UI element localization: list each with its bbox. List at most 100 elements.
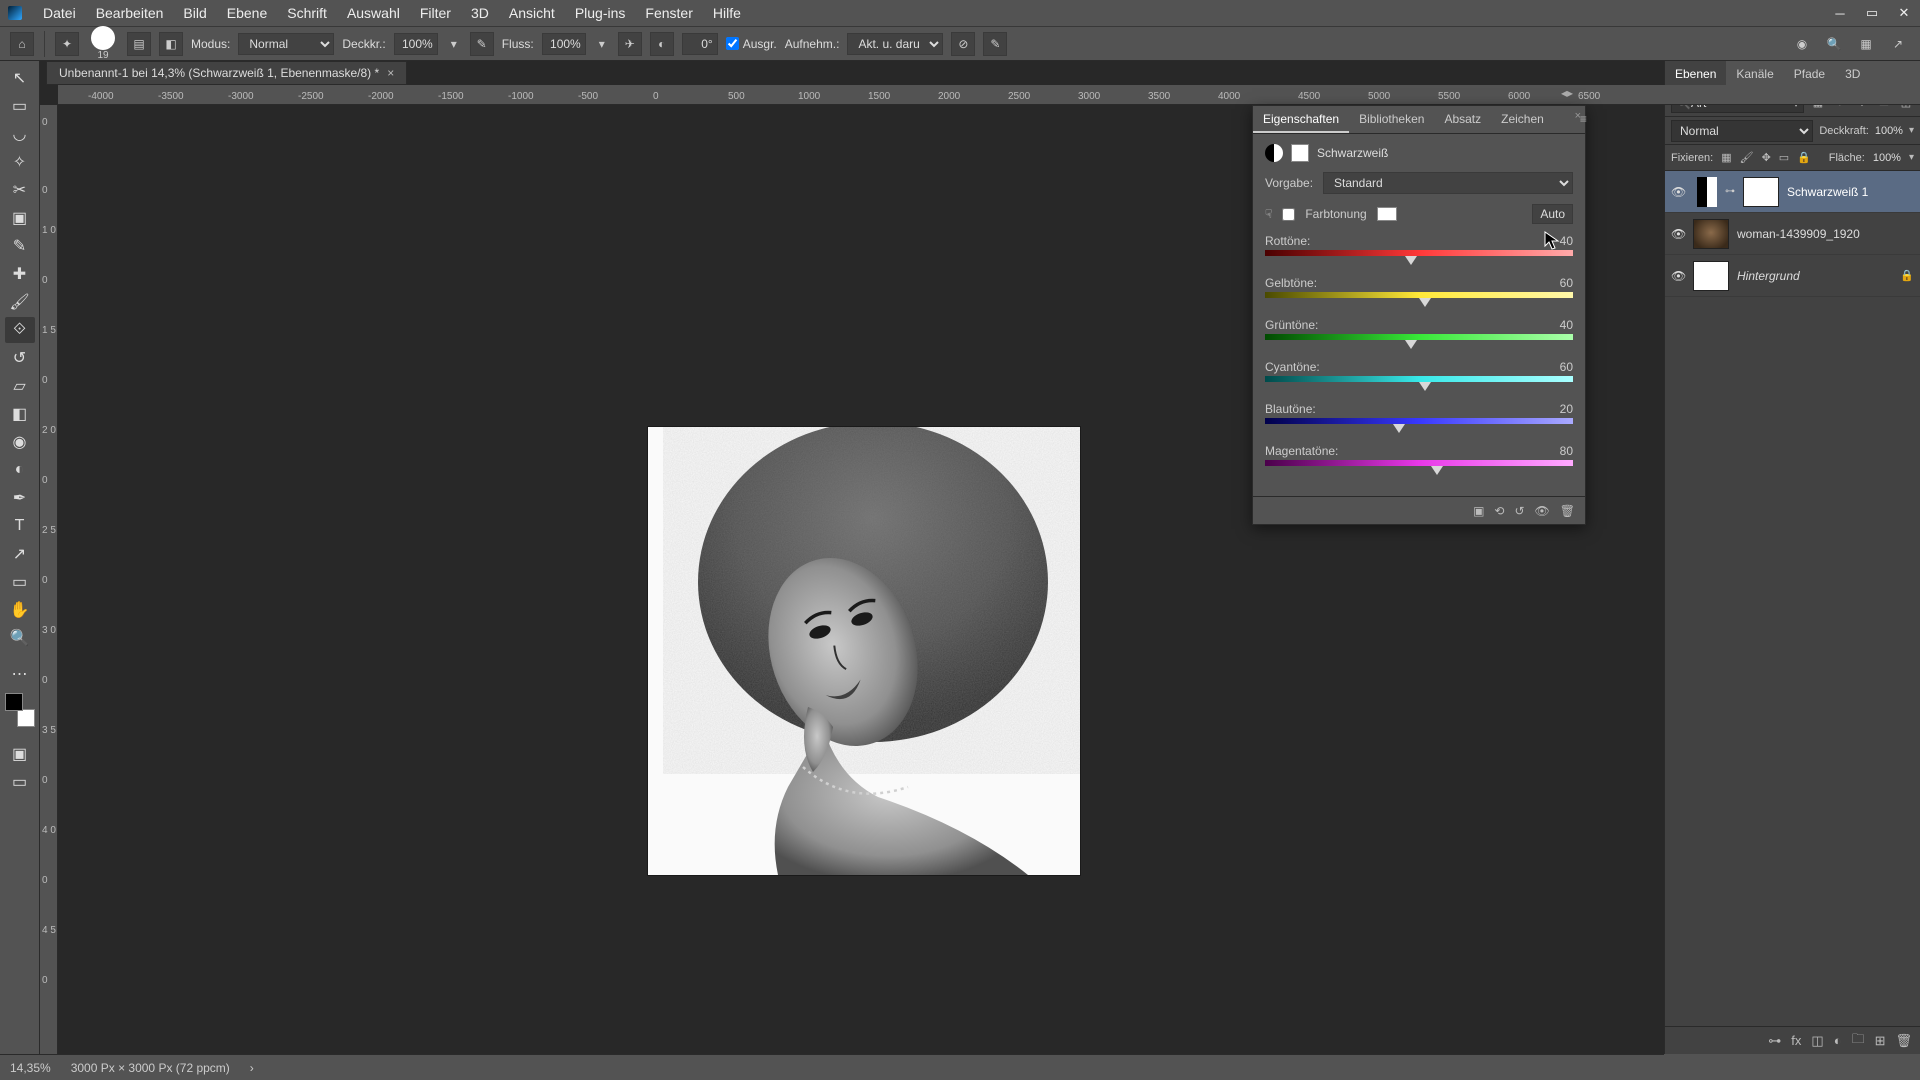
preset-select[interactable]: Standard (1323, 172, 1573, 194)
toggle-visibility-icon[interactable]: 👁 (1535, 504, 1550, 518)
slider-thumb-icon[interactable] (1393, 424, 1405, 433)
stamp-tool-icon[interactable]: ⟐ (5, 317, 35, 343)
slider-track[interactable] (1265, 376, 1573, 392)
layer-row[interactable]: 👁woman-1439909_1920 (1665, 213, 1920, 255)
tab-3d[interactable]: 3D (1835, 61, 1870, 88)
aligned-checkbox[interactable] (726, 37, 739, 50)
tab-absatz[interactable]: Absatz (1434, 106, 1491, 133)
menu-fenster[interactable]: Fenster (636, 2, 701, 24)
zoom-tool-icon[interactable]: 🔍 (5, 625, 35, 651)
move-tool-icon[interactable]: ↖ (5, 65, 35, 91)
menu-3d[interactable]: 3D (462, 2, 498, 24)
slider-thumb-icon[interactable] (1405, 256, 1417, 265)
color-swatches[interactable] (5, 693, 35, 727)
layer-fx-icon[interactable]: fx (1791, 1033, 1801, 1048)
restore-button[interactable]: ▭ (1856, 0, 1888, 26)
tab-ebenen[interactable]: Ebenen (1665, 61, 1726, 88)
add-mask-icon[interactable]: ◫ (1811, 1033, 1823, 1049)
blur-tool-icon[interactable]: ◉ (5, 429, 35, 455)
menu-bild[interactable]: Bild (174, 2, 215, 24)
chevron-down-icon[interactable]: ▾ (1909, 152, 1914, 163)
layer-thumb-icon[interactable] (1693, 219, 1729, 249)
menu-filter[interactable]: Filter (411, 2, 460, 24)
layer-row[interactable]: 👁Hintergrund🔒 (1665, 255, 1920, 297)
slider-thumb-icon[interactable] (1431, 466, 1443, 475)
marquee-tool-icon[interactable]: ▭ (5, 93, 35, 119)
visibility-eye-icon[interactable]: 👁 (1671, 227, 1685, 241)
close-button[interactable]: ✕ (1888, 0, 1920, 26)
slider-value[interactable]: 60 (1560, 360, 1573, 374)
slider-track[interactable] (1265, 334, 1573, 350)
slider-value[interactable]: 80 (1560, 444, 1573, 458)
prev-state-icon[interactable]: ⟲ (1494, 504, 1504, 518)
document-tab[interactable]: Unbenannt-1 bei 14,3% (Schwarzweiß 1, Eb… (46, 61, 407, 85)
frame-tool-icon[interactable]: ▣ (5, 205, 35, 231)
ignore-adjust-icon[interactable]: ⊘ (951, 32, 975, 56)
canvas-image[interactable] (648, 427, 1080, 875)
slider-thumb-icon[interactable] (1405, 340, 1417, 349)
edit-toolbar-icon[interactable]: ⋯ (5, 661, 35, 687)
new-group-icon[interactable]: 🗀 (1852, 1030, 1865, 1052)
brush-tool-icon[interactable]: 🖌 (5, 289, 35, 315)
minimize-button[interactable]: ─ (1824, 0, 1856, 26)
heal-tool-icon[interactable]: ✚ (5, 261, 35, 287)
background-color-swatch[interactable] (17, 709, 35, 727)
crop-tool-icon[interactable]: ✂ (5, 177, 35, 203)
brush-preview[interactable]: 19 (87, 26, 119, 61)
pressure-opacity-icon[interactable]: ✎ (470, 32, 494, 56)
menu-auswahl[interactable]: Auswahl (338, 2, 409, 24)
doc-info-chevron-icon[interactable]: › (250, 1061, 254, 1075)
menu-schrift[interactable]: Schrift (278, 2, 336, 24)
home-icon[interactable]: ⌂ (10, 32, 34, 56)
slider-value[interactable]: 40 (1560, 234, 1573, 248)
visibility-eye-icon[interactable]: 👁 (1671, 269, 1685, 283)
slider-track[interactable] (1265, 460, 1573, 476)
blend-mode-select[interactable]: Normal (1671, 120, 1813, 142)
lock-paint-icon[interactable]: 🖌 (1740, 151, 1754, 164)
slider-track[interactable] (1265, 250, 1573, 266)
new-adjustment-icon[interactable]: ◐ (1834, 1033, 1842, 1048)
menu-ansicht[interactable]: Ansicht (500, 2, 564, 24)
visibility-eye-icon[interactable]: 👁 (1671, 185, 1685, 199)
layer-name[interactable]: Schwarzweiß 1 (1787, 185, 1868, 199)
path-tool-icon[interactable]: ↗ (5, 541, 35, 567)
chevron-down-icon[interactable]: ▾ (1909, 125, 1914, 136)
layer-thumb-icon[interactable] (1693, 261, 1729, 291)
lock-trans-icon[interactable]: ▦ (1721, 151, 1731, 164)
link-icon[interactable]: ⊶ (1725, 186, 1735, 197)
brush-panel-icon[interactable]: ▤ (127, 32, 151, 56)
slider-track[interactable] (1265, 292, 1573, 308)
pen-tool-icon[interactable]: ✒ (5, 485, 35, 511)
brush-settings-icon[interactable]: ◧ (159, 32, 183, 56)
tab-pfade[interactable]: Pfade (1784, 61, 1835, 88)
menu-hilfe[interactable]: Hilfe (704, 2, 750, 24)
layer-name[interactable]: Hintergrund (1737, 269, 1800, 283)
pressure-size-icon[interactable]: ✎ (983, 32, 1007, 56)
search-icon[interactable]: 🔍 (1822, 32, 1846, 56)
tint-color-swatch[interactable] (1377, 207, 1397, 221)
hand-tool-icon[interactable]: ✋ (5, 597, 35, 623)
gradient-tool-icon[interactable]: ◧ (5, 401, 35, 427)
collapse-panel-icon[interactable]: ◂▸ (1553, 84, 1581, 102)
history-brush-tool-icon[interactable]: ↺ (5, 345, 35, 371)
opacity-dropdown-icon[interactable]: ▾ (446, 32, 462, 56)
delete-adjustment-icon[interactable]: 🗑 (1560, 504, 1575, 518)
lock-artboard-icon[interactable]: ▭ (1779, 151, 1789, 164)
mask-thumbnail-icon[interactable] (1291, 144, 1309, 162)
lock-pos-icon[interactable]: ✥ (1762, 151, 1771, 164)
tab-bibliotheken[interactable]: Bibliotheken (1349, 106, 1434, 133)
tab-kanäle[interactable]: Kanäle (1726, 61, 1783, 88)
sample-select[interactable]: Akt. u. darunter (847, 33, 943, 55)
quickmask-icon[interactable]: ▣ (5, 741, 35, 767)
reset-icon[interactable]: ↺ (1514, 504, 1524, 518)
opacity-value[interactable]: 100% (1875, 125, 1903, 137)
dodge-tool-icon[interactable]: ◐ (5, 457, 35, 483)
panel-close-icon[interactable]: × (1575, 110, 1581, 122)
tool-preset-icon[interactable]: ✦ (55, 32, 79, 56)
type-tool-icon[interactable]: T (5, 513, 35, 539)
zoom-level[interactable]: 14,35% (10, 1061, 51, 1075)
mask-thumb-icon[interactable] (1743, 177, 1779, 207)
delete-layer-icon[interactable]: 🗑 (1895, 1033, 1912, 1049)
clip-icon[interactable]: ▣ (1473, 504, 1484, 518)
slider-value[interactable]: 60 (1560, 276, 1573, 290)
